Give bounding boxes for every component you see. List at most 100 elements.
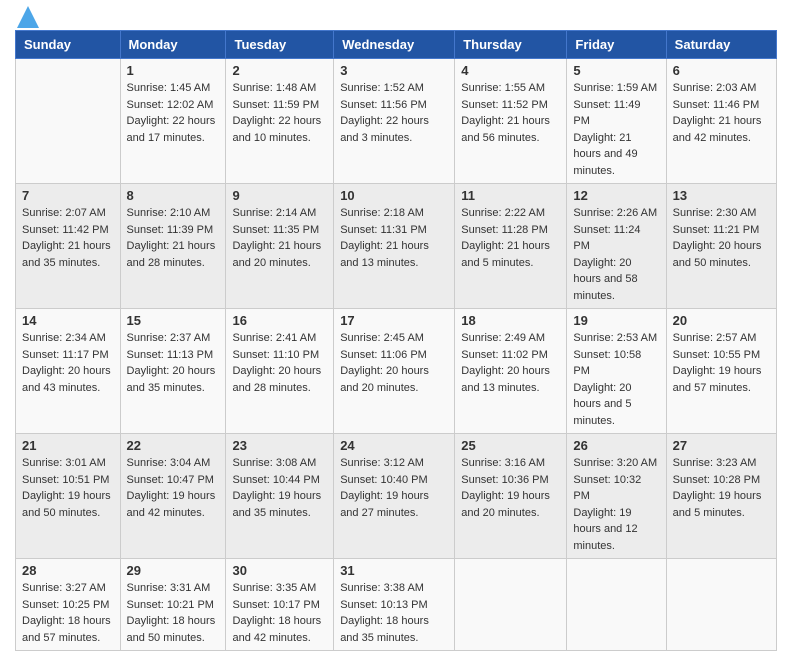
day-info: Sunrise: 2:18 AM Sunset: 11:31 PM Daylig… (340, 205, 448, 271)
day-info: Sunrise: 2:37 AM Sunset: 11:13 PM Daylig… (127, 330, 220, 396)
daylight-text: Daylight: 22 hours and 10 minutes. (232, 113, 327, 146)
weekday-header-friday: Friday (567, 31, 666, 59)
sunset-text: Sunset: 10:58 PM (573, 347, 659, 380)
day-info: Sunrise: 2:07 AM Sunset: 11:42 PM Daylig… (22, 205, 114, 271)
sunset-text: Sunset: 12:02 AM (127, 97, 220, 114)
calendar-cell: 29 Sunrise: 3:31 AM Sunset: 10:21 PM Day… (120, 559, 226, 651)
sunset-text: Sunset: 11:52 PM (461, 97, 560, 114)
daylight-text: Daylight: 19 hours and 42 minutes. (127, 488, 220, 521)
day-number: 29 (127, 563, 220, 578)
calendar-cell: 31 Sunrise: 3:38 AM Sunset: 10:13 PM Day… (334, 559, 455, 651)
logo (15, 10, 39, 22)
daylight-text: Daylight: 21 hours and 42 minutes. (673, 113, 770, 146)
sunset-text: Sunset: 10:13 PM (340, 597, 448, 614)
day-number: 25 (461, 438, 560, 453)
calendar-cell: 4 Sunrise: 1:55 AM Sunset: 11:52 PM Dayl… (455, 59, 567, 184)
daylight-text: Daylight: 21 hours and 49 minutes. (573, 130, 659, 180)
sunrise-text: Sunrise: 3:38 AM (340, 580, 448, 597)
day-info: Sunrise: 1:59 AM Sunset: 11:49 PM Daylig… (573, 80, 659, 179)
day-info: Sunrise: 2:14 AM Sunset: 11:35 PM Daylig… (232, 205, 327, 271)
sunset-text: Sunset: 10:21 PM (127, 597, 220, 614)
calendar-cell: 26 Sunrise: 3:20 AM Sunset: 10:32 PM Day… (567, 434, 666, 559)
sunrise-text: Sunrise: 1:45 AM (127, 80, 220, 97)
day-info: Sunrise: 3:16 AM Sunset: 10:36 PM Daylig… (461, 455, 560, 521)
sunset-text: Sunset: 11:56 PM (340, 97, 448, 114)
calendar-cell: 28 Sunrise: 3:27 AM Sunset: 10:25 PM Day… (16, 559, 121, 651)
sunrise-text: Sunrise: 1:48 AM (232, 80, 327, 97)
calendar-cell: 19 Sunrise: 2:53 AM Sunset: 10:58 PM Day… (567, 309, 666, 434)
daylight-text: Daylight: 22 hours and 17 minutes. (127, 113, 220, 146)
sunset-text: Sunset: 11:24 PM (573, 222, 659, 255)
day-number: 5 (573, 63, 659, 78)
weekday-header-wednesday: Wednesday (334, 31, 455, 59)
calendar-cell: 12 Sunrise: 2:26 AM Sunset: 11:24 PM Day… (567, 184, 666, 309)
day-info: Sunrise: 3:38 AM Sunset: 10:13 PM Daylig… (340, 580, 448, 646)
daylight-text: Daylight: 19 hours and 5 minutes. (673, 488, 770, 521)
sunrise-text: Sunrise: 3:35 AM (232, 580, 327, 597)
daylight-text: Daylight: 18 hours and 42 minutes. (232, 613, 327, 646)
daylight-text: Daylight: 20 hours and 5 minutes. (573, 380, 659, 430)
calendar-cell: 3 Sunrise: 1:52 AM Sunset: 11:56 PM Dayl… (334, 59, 455, 184)
sunrise-text: Sunrise: 1:55 AM (461, 80, 560, 97)
sunrise-text: Sunrise: 2:07 AM (22, 205, 114, 222)
day-info: Sunrise: 2:49 AM Sunset: 11:02 PM Daylig… (461, 330, 560, 396)
day-number: 7 (22, 188, 114, 203)
day-info: Sunrise: 1:55 AM Sunset: 11:52 PM Daylig… (461, 80, 560, 146)
day-number: 21 (22, 438, 114, 453)
sunrise-text: Sunrise: 2:30 AM (673, 205, 770, 222)
daylight-text: Daylight: 20 hours and 20 minutes. (340, 363, 448, 396)
day-info: Sunrise: 3:12 AM Sunset: 10:40 PM Daylig… (340, 455, 448, 521)
day-info: Sunrise: 3:23 AM Sunset: 10:28 PM Daylig… (673, 455, 770, 521)
sunset-text: Sunset: 10:44 PM (232, 472, 327, 489)
sunrise-text: Sunrise: 2:57 AM (673, 330, 770, 347)
calendar-cell: 1 Sunrise: 1:45 AM Sunset: 12:02 AM Dayl… (120, 59, 226, 184)
sunrise-text: Sunrise: 2:49 AM (461, 330, 560, 347)
sunset-text: Sunset: 10:32 PM (573, 472, 659, 505)
calendar-cell (567, 559, 666, 651)
daylight-text: Daylight: 19 hours and 12 minutes. (573, 505, 659, 555)
day-number: 3 (340, 63, 448, 78)
calendar-cell: 5 Sunrise: 1:59 AM Sunset: 11:49 PM Dayl… (567, 59, 666, 184)
day-info: Sunrise: 3:04 AM Sunset: 10:47 PM Daylig… (127, 455, 220, 521)
daylight-text: Daylight: 19 hours and 35 minutes. (232, 488, 327, 521)
calendar-cell: 10 Sunrise: 2:18 AM Sunset: 11:31 PM Day… (334, 184, 455, 309)
day-number: 1 (127, 63, 220, 78)
sunset-text: Sunset: 11:02 PM (461, 347, 560, 364)
day-info: Sunrise: 2:57 AM Sunset: 10:55 PM Daylig… (673, 330, 770, 396)
sunrise-text: Sunrise: 3:16 AM (461, 455, 560, 472)
day-info: Sunrise: 2:41 AM Sunset: 11:10 PM Daylig… (232, 330, 327, 396)
sunrise-text: Sunrise: 3:23 AM (673, 455, 770, 472)
day-number: 8 (127, 188, 220, 203)
calendar-week-row: 1 Sunrise: 1:45 AM Sunset: 12:02 AM Dayl… (16, 59, 777, 184)
daylight-text: Daylight: 20 hours and 50 minutes. (673, 238, 770, 271)
day-info: Sunrise: 2:03 AM Sunset: 11:46 PM Daylig… (673, 80, 770, 146)
sunset-text: Sunset: 11:10 PM (232, 347, 327, 364)
day-info: Sunrise: 3:31 AM Sunset: 10:21 PM Daylig… (127, 580, 220, 646)
day-info: Sunrise: 3:01 AM Sunset: 10:51 PM Daylig… (22, 455, 114, 521)
sunset-text: Sunset: 11:13 PM (127, 347, 220, 364)
calendar-cell: 15 Sunrise: 2:37 AM Sunset: 11:13 PM Day… (120, 309, 226, 434)
day-number: 18 (461, 313, 560, 328)
sunset-text: Sunset: 10:17 PM (232, 597, 327, 614)
sunrise-text: Sunrise: 2:45 AM (340, 330, 448, 347)
sunset-text: Sunset: 10:40 PM (340, 472, 448, 489)
day-number: 2 (232, 63, 327, 78)
sunrise-text: Sunrise: 1:52 AM (340, 80, 448, 97)
day-number: 13 (673, 188, 770, 203)
calendar-week-row: 14 Sunrise: 2:34 AM Sunset: 11:17 PM Day… (16, 309, 777, 434)
sunrise-text: Sunrise: 3:27 AM (22, 580, 114, 597)
calendar-cell (16, 59, 121, 184)
calendar-cell: 8 Sunrise: 2:10 AM Sunset: 11:39 PM Dayl… (120, 184, 226, 309)
calendar-cell: 9 Sunrise: 2:14 AM Sunset: 11:35 PM Dayl… (226, 184, 334, 309)
day-info: Sunrise: 1:45 AM Sunset: 12:02 AM Daylig… (127, 80, 220, 146)
sunset-text: Sunset: 11:06 PM (340, 347, 448, 364)
sunrise-text: Sunrise: 2:26 AM (573, 205, 659, 222)
weekday-header-sunday: Sunday (16, 31, 121, 59)
sunrise-text: Sunrise: 2:34 AM (22, 330, 114, 347)
day-info: Sunrise: 1:52 AM Sunset: 11:56 PM Daylig… (340, 80, 448, 146)
calendar-cell: 24 Sunrise: 3:12 AM Sunset: 10:40 PM Day… (334, 434, 455, 559)
daylight-text: Daylight: 21 hours and 5 minutes. (461, 238, 560, 271)
calendar-cell: 14 Sunrise: 2:34 AM Sunset: 11:17 PM Day… (16, 309, 121, 434)
sunset-text: Sunset: 11:35 PM (232, 222, 327, 239)
sunset-text: Sunset: 11:28 PM (461, 222, 560, 239)
